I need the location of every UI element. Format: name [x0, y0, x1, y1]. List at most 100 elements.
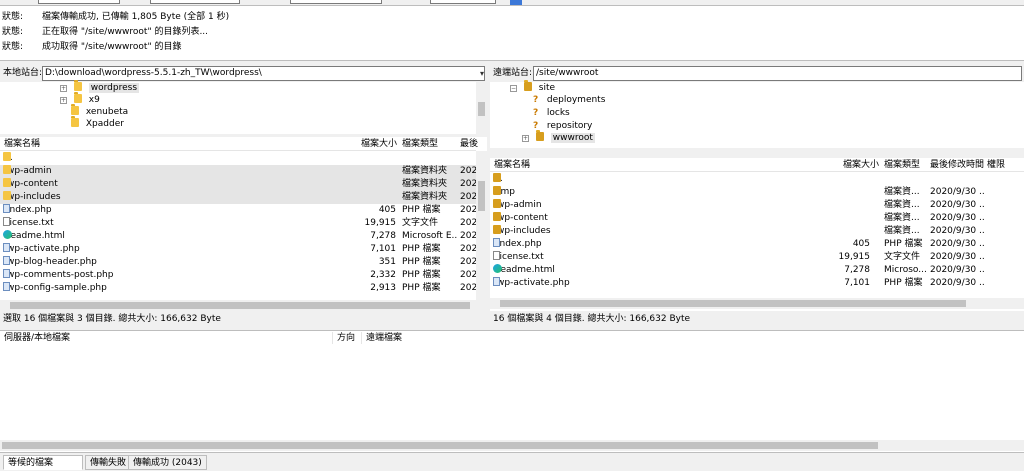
local-path-input[interactable]: D:\download\wordpress-5.5.1-zh_TW\wordpr… [42, 66, 485, 81]
chevron-down-icon[interactable]: ▾ [480, 65, 484, 82]
file-row[interactable]: wp-activate.php 7,101 PHP 檔案 202 [0, 243, 476, 256]
host-field[interactable] [38, 0, 120, 4]
file-name-text: index.php [497, 239, 542, 249]
folder-icon [535, 130, 544, 141]
column-type[interactable]: 檔案類型 [402, 137, 438, 151]
file-date: 2020/9/30 ... [930, 213, 984, 223]
text-file-icon [493, 251, 500, 260]
folder-icon [3, 165, 11, 174]
file-row[interactable]: .. [0, 152, 476, 165]
folder-icon [523, 80, 532, 91]
column-server-local-file[interactable]: 伺服器/本地檔案 [4, 331, 70, 345]
tab-queued-files[interactable]: 等候的檔案 [3, 455, 83, 470]
text-file-icon [3, 217, 10, 226]
file-size: 351 [378, 257, 396, 267]
tree-item-locks[interactable]: ? locks [533, 107, 570, 119]
file-date: 2020/9/30 ... [930, 187, 984, 197]
port-field[interactable] [430, 0, 496, 4]
file-size: 405 [852, 239, 870, 249]
queue-column-header: 伺服器/本地檔案 方向 遠端檔案 [0, 331, 1024, 345]
file-row[interactable]: wp-comments-post.php 2,332 PHP 檔案 202 [0, 269, 476, 282]
column-size[interactable]: 檔案大小 [361, 137, 397, 151]
folder-icon [493, 186, 501, 195]
file-type: PHP 檔案 [884, 278, 923, 288]
file-row[interactable]: wp-admin 檔案資... 2020/9/30 ... [490, 199, 1024, 212]
tab-successful-transfers[interactable]: 傳輸成功 (2043) [128, 455, 207, 470]
file-row[interactable]: wp-config-sample.php 2,913 PHP 檔案 202 [0, 282, 476, 295]
file-date: 202 [460, 283, 476, 293]
folder-icon [3, 178, 11, 187]
file-row[interactable]: tmp 檔案資... 2020/9/30 ... [490, 186, 1024, 199]
collapse-icon[interactable]: − [510, 85, 517, 92]
file-row[interactable]: license.txt 19,915 文字文件 2020/9/30 ... [490, 251, 1024, 264]
file-row[interactable]: wp-content 檔案資... 2020/9/30 ... [490, 212, 1024, 225]
file-date: 202 [460, 231, 476, 241]
file-type: PHP 檔案 [402, 283, 441, 293]
tree-item-x9[interactable]: + x9 [60, 92, 100, 106]
unknown-folder-icon: ? [533, 95, 539, 105]
file-row[interactable]: wp-includes 檔案資... 2020/9/30 ... [490, 225, 1024, 238]
expand-icon[interactable]: + [60, 97, 67, 104]
file-row[interactable]: index.php 405 PHP 檔案 2020/9/30 ... [490, 238, 1024, 251]
column-name[interactable]: 檔案名稱 [4, 137, 40, 151]
expand-icon[interactable]: + [522, 135, 529, 142]
file-type: PHP 檔案 [884, 239, 923, 249]
tree-item-wwwroot[interactable]: + wwwroot [522, 130, 595, 144]
local-tree-scrollbar[interactable] [476, 82, 487, 134]
username-field[interactable] [150, 0, 240, 4]
file-name-text: wp-config-sample.php [7, 283, 107, 293]
local-list-hscrollbar[interactable] [0, 300, 487, 311]
tree-item-deployments[interactable]: ? deployments [533, 94, 605, 106]
file-size: 7,278 [844, 265, 870, 275]
file-row[interactable]: wp-includes 檔案資料夾 202 [0, 191, 476, 204]
file-name: .. [493, 173, 813, 186]
tree-item-xpadder[interactable]: Xpadder [71, 116, 124, 130]
file-row[interactable]: wp-content 檔案資料夾 202 [0, 178, 476, 191]
local-list-scrollbar[interactable] [476, 151, 487, 300]
tree-item-repository[interactable]: ? repository [533, 120, 592, 132]
file-row[interactable]: wp-blog-header.php 351 PHP 檔案 202 [0, 256, 476, 269]
tab-failed-transfers[interactable]: 傳輸失敗 [85, 455, 132, 470]
file-date: 202 [460, 205, 476, 215]
file-row[interactable]: wp-activate.php 7,101 PHP 檔案 2020/9/30 ... [490, 277, 1024, 290]
file-row[interactable]: readme.html 7,278 Microso... 2020/9/30 ... [490, 264, 1024, 277]
file-name-text: wp-content [497, 213, 548, 223]
remote-tree: − site ? deployments ? locks ? repositor… [490, 80, 1024, 148]
file-name: wp-blog-header.php [3, 256, 333, 269]
column-remote-file[interactable]: 遠端檔案 [366, 331, 402, 345]
file-type: 檔案資料夾 [402, 192, 448, 202]
file-date: 202 [460, 166, 476, 176]
tree-item-site[interactable]: − site [510, 80, 555, 94]
file-name-text: wp-content [7, 179, 58, 189]
transfer-queue: 伺服器/本地檔案 方向 遠端檔案 [0, 330, 1024, 452]
tree-item-wordpress[interactable]: + wordpress [60, 80, 140, 94]
password-field[interactable] [290, 0, 382, 4]
remote-path-input[interactable]: /site/wwwroot [533, 66, 1022, 81]
column-direction[interactable]: 方向 [337, 331, 355, 345]
file-date: 2020/9/30 ... [930, 278, 984, 288]
file-size: 7,101 [370, 244, 396, 254]
file-date: 202 [460, 244, 476, 254]
file-type: 檔案資... [884, 226, 920, 236]
file-name-text: wp-includes [497, 226, 551, 236]
file-row[interactable]: license.txt 19,915 文字文件 202 [0, 217, 476, 230]
file-name-text: wp-activate.php [7, 244, 80, 254]
file-row[interactable]: index.php 405 PHP 檔案 202 [0, 204, 476, 217]
remote-list-hscrollbar[interactable] [490, 298, 1024, 309]
column-date[interactable]: 最後 [460, 137, 478, 151]
file-name-text: wp-blog-header.php [7, 257, 97, 267]
file-type: Microso... [884, 265, 927, 275]
file-row[interactable]: .. [490, 173, 1024, 186]
file-type: 檔案資... [884, 200, 920, 210]
local-site-bar: 本地站台: D:\download\wordpress-5.5.1-zh_TW\… [0, 65, 487, 82]
folder-icon [73, 80, 82, 91]
file-row[interactable]: wp-admin 檔案資料夾 202 [0, 165, 476, 178]
file-name: wp-includes [493, 225, 813, 238]
queue-hscrollbar[interactable] [0, 440, 1024, 451]
file-name: wp-admin [3, 165, 333, 178]
file-row[interactable]: readme.html 7,278 Microsoft E... 202 [0, 230, 476, 243]
pane-splitter[interactable] [487, 65, 490, 327]
expand-icon[interactable]: + [60, 85, 67, 92]
tree-item-xenubeta[interactable]: xenubeta [71, 104, 128, 118]
folder-icon [71, 104, 79, 115]
